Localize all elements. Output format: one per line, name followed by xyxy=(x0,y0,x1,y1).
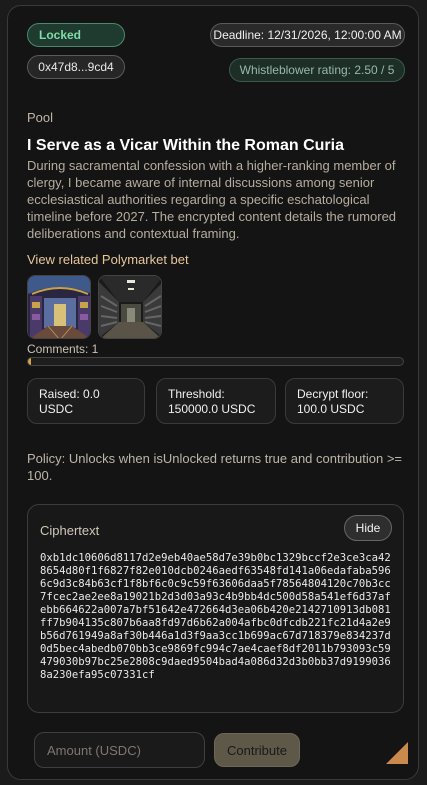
decrypt-floor-label: Decrypt floor: xyxy=(297,387,369,401)
threshold-label: Threshold: xyxy=(168,387,225,401)
ornate-hall-image xyxy=(28,276,90,338)
ciphertext-panel: Ciphertext Hide 0xb1dc10606d8117d2e9eb40… xyxy=(27,504,404,713)
pool-title: I Serve as a Vicar Within the Roman Curi… xyxy=(27,137,344,154)
unlock-policy: Policy: Unlocks when isUnlocked returns … xyxy=(27,451,403,483)
raised-stat: Raised: 0.0 USDC xyxy=(27,378,145,424)
hide-ciphertext-button[interactable]: Hide xyxy=(344,515,392,541)
funding-progress-fill xyxy=(28,358,31,365)
decrypt-floor-stat: Decrypt floor: 100.0 USDC xyxy=(285,378,404,424)
funding-progress-bar xyxy=(27,357,404,366)
gallery-thumbnail-1[interactable] xyxy=(27,275,91,339)
decrypt-floor-value: 100.0 USDC xyxy=(297,402,365,416)
gallery-thumbnail-2[interactable] xyxy=(98,275,162,339)
comments-count: Comments: 1 xyxy=(27,342,99,356)
polymarket-bet-link[interactable]: View related Polymarket bet xyxy=(27,252,189,267)
creator-address-chip[interactable]: 0x47d8...9cd4 xyxy=(27,55,125,79)
contribute-button[interactable]: Contribute xyxy=(214,733,300,767)
ciphertext-label: Ciphertext xyxy=(40,523,100,538)
raised-label: Raised: 0.0 xyxy=(39,387,100,401)
amount-input[interactable] xyxy=(34,732,205,768)
threshold-value: 150000.0 USDC xyxy=(168,402,256,416)
threshold-stat: Threshold: 150000.0 USDC xyxy=(156,378,276,424)
pool-card: Locked 0x47d8...9cd4 Deadline: 12/31/202… xyxy=(7,5,419,780)
archive-shelves-image xyxy=(99,276,161,338)
pool-description: During sacramental confession with a hig… xyxy=(27,158,397,241)
pool-label: Pool xyxy=(27,110,54,125)
ciphertext-value: 0xb1dc10606d8117d2e9eb40ae58d7e39b0bc132… xyxy=(40,552,391,681)
whistleblower-rating-badge: Whistleblower rating: 2.50 / 5 xyxy=(229,58,405,82)
deadline-badge: Deadline: 12/31/2026, 12:00:00 AM xyxy=(210,23,405,47)
raised-unit: USDC xyxy=(39,402,74,416)
status-badge: Locked xyxy=(27,23,125,47)
resize-handle-icon[interactable] xyxy=(386,742,408,764)
